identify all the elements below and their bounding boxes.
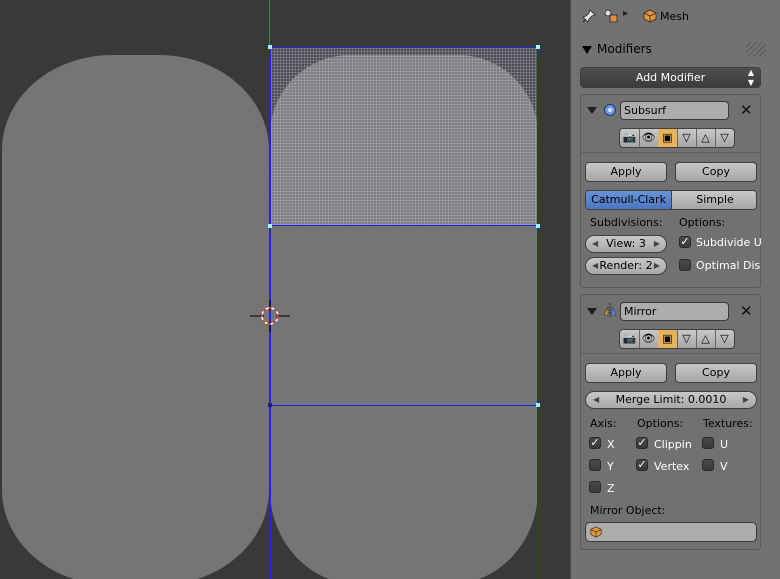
subdivision-type-toggle: Catmull-Clark Simple <box>585 190 757 210</box>
clipping-label: Clippin <box>654 438 692 451</box>
render-toggle-icon[interactable]: 📷 <box>620 129 640 147</box>
mesh-vertex[interactable] <box>268 403 272 407</box>
simple-option[interactable]: Simple <box>672 191 756 209</box>
increment-arrow-icon[interactable]: ▶ <box>654 236 660 252</box>
subdivide-uv-checkbox[interactable]: ✓ <box>679 236 691 248</box>
move-up-icon[interactable]: △ <box>696 129 716 147</box>
drag-grip-icon[interactable] <box>746 42 766 56</box>
panel-collapse-icon[interactable] <box>582 46 592 54</box>
decrement-arrow-icon[interactable]: ◀ <box>592 258 598 274</box>
textures-label: Textures: <box>703 417 753 430</box>
object-data-icon[interactable] <box>604 9 618 23</box>
y-axis-line <box>269 0 270 47</box>
add-modifier-label: Add Modifier <box>635 71 706 84</box>
updown-arrows-icon: ▲ ▼ <box>747 68 754 87</box>
axis-z-label: Z <box>607 482 615 495</box>
subsurf-modifier-icon <box>604 104 616 116</box>
vertex-groups-label: Vertex <box>654 460 690 473</box>
viewport-visibility-icon[interactable]: 👁 <box>639 330 659 348</box>
selected-subsurf-preview <box>270 55 538 225</box>
subsurf-close-icon[interactable]: ✕ <box>740 103 753 118</box>
modifiers-title[interactable]: Modifiers <box>597 42 652 56</box>
panel-header: ▸ Mesh <box>571 0 780 34</box>
editmode-toggle-icon[interactable]: ▣ <box>658 129 678 147</box>
mesh-edge[interactable] <box>270 225 538 226</box>
subsurf-apply-button[interactable]: Apply <box>585 162 667 182</box>
mesh-vertex[interactable] <box>268 45 272 49</box>
merge-limit-value: Merge Limit: 0.0010 <box>615 393 727 406</box>
clipping-checkbox[interactable]: ✓ <box>636 437 648 449</box>
texture-u-label: U <box>720 438 729 451</box>
subsurf-name-input[interactable]: Subsurf <box>620 101 729 120</box>
axis-x-label: X <box>607 438 615 451</box>
mesh-edge[interactable] <box>270 405 538 406</box>
3d-cursor-icon[interactable] <box>250 296 290 336</box>
cage-toggle-icon[interactable]: ▽ <box>677 330 697 348</box>
subsurf-collapse-icon[interactable] <box>587 107 597 114</box>
subsurf-options-label: Options: <box>679 216 726 229</box>
add-modifier-button[interactable]: Add Modifier ▲ ▼ <box>580 67 761 88</box>
axis-y-checkbox[interactable] <box>589 459 601 471</box>
increment-arrow-icon[interactable]: ▶ <box>654 258 660 274</box>
move-down-icon[interactable]: ▽ <box>715 330 734 348</box>
axis-y-label: Y <box>607 460 614 473</box>
mesh-vertex[interactable] <box>536 403 540 407</box>
mesh-cube-icon <box>643 9 657 23</box>
chevron-right-icon: ▸ <box>623 8 629 19</box>
cage-toggle-icon[interactable]: ▽ <box>677 129 697 147</box>
axis-label: Axis: <box>590 417 617 430</box>
render-levels-field[interactable]: ◀ Render: 2 ▶ <box>585 257 667 275</box>
axis-z-checkbox[interactable] <box>589 481 601 493</box>
mesh-vertex[interactable] <box>536 45 540 49</box>
mirror-collapse-icon[interactable] <box>587 308 597 315</box>
render-toggle-icon[interactable]: 📷 <box>620 330 640 348</box>
increment-arrow-icon[interactable]: ▶ <box>743 392 749 408</box>
mirror-copy-button[interactable]: Copy <box>675 363 757 383</box>
3d-viewport[interactable] <box>0 0 570 579</box>
subsurf-copy-button[interactable]: Copy <box>675 162 757 182</box>
optimal-display-label: Optimal Dis <box>696 259 761 272</box>
separator <box>580 353 761 354</box>
viewport-visibility-icon[interactable]: 👁 <box>639 129 659 147</box>
decrement-arrow-icon[interactable]: ◀ <box>593 392 599 408</box>
context-label: Mesh <box>660 10 689 23</box>
subsurf-display-toggles: 📷 👁 ▣ ▽ △ ▽ <box>619 128 735 148</box>
mirror-close-icon[interactable]: ✕ <box>740 304 753 319</box>
subdivide-uv-label: Subdivide U <box>696 236 762 249</box>
render-levels-value: Render: 2 <box>599 259 653 272</box>
separator <box>580 152 761 153</box>
subdivisions-label: Subdivisions: <box>590 216 663 229</box>
mesh-edge[interactable] <box>270 47 538 48</box>
optimal-display-checkbox[interactable] <box>679 259 691 271</box>
move-down-icon[interactable]: ▽ <box>715 129 734 147</box>
decrement-arrow-icon[interactable]: ◀ <box>592 236 598 252</box>
mesh-edge[interactable] <box>537 47 538 579</box>
view-levels-value: View: 3 <box>606 237 646 250</box>
mirrored-mesh-half <box>2 55 269 579</box>
mesh-vertex[interactable] <box>268 224 272 228</box>
properties-panel: ▸ Mesh Modifiers Add Modifier ▲ ▼ Subsurf… <box>570 0 780 579</box>
mirror-name-input[interactable]: Mirror <box>620 302 729 321</box>
texture-v-checkbox[interactable] <box>702 459 714 471</box>
axis-x-checkbox[interactable]: ✓ <box>589 437 601 449</box>
vertex-groups-checkbox[interactable]: ✓ <box>636 459 648 471</box>
pin-icon[interactable] <box>582 9 596 23</box>
mirror-display-toggles: 📷 👁 ▣ ▽ △ ▽ <box>619 329 735 349</box>
merge-limit-field[interactable]: ◀ Merge Limit: 0.0010 ▶ <box>585 391 757 409</box>
texture-v-label: V <box>720 460 728 473</box>
mesh-vertex[interactable] <box>536 224 540 228</box>
object-cube-icon <box>590 526 602 538</box>
editmode-toggle-icon[interactable]: ▣ <box>658 330 678 348</box>
mirror-apply-button[interactable]: Apply <box>585 363 667 383</box>
mirror-object-label: Mirror Object: <box>590 504 666 517</box>
catmull-clark-option[interactable]: Catmull-Clark <box>586 191 672 209</box>
mirror-options-label: Options: <box>637 417 684 430</box>
view-levels-field[interactable]: ◀ View: 3 ▶ <box>585 235 667 253</box>
texture-u-checkbox[interactable] <box>702 437 714 449</box>
mirror-modifier-icon <box>603 303 617 318</box>
mirror-object-field[interactable] <box>585 522 757 542</box>
move-up-icon[interactable]: △ <box>696 330 716 348</box>
